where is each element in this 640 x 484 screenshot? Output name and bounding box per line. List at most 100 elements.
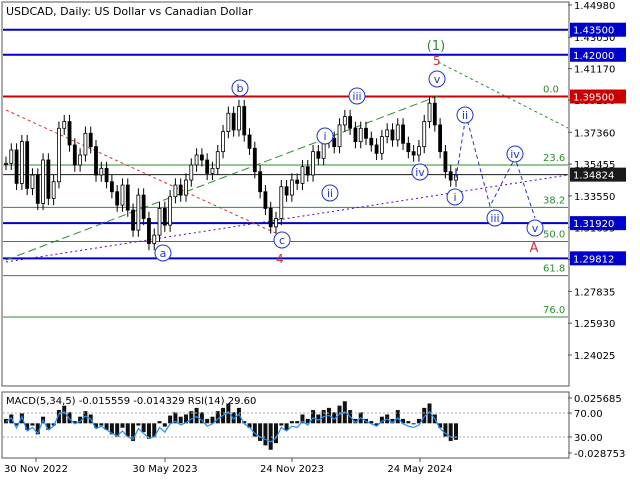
- price-tick-label: 1.25930: [574, 319, 615, 330]
- candle-body: [162, 208, 167, 226]
- macd-histogram-bar: [289, 421, 294, 424]
- candle-body: [189, 164, 194, 181]
- x-tick-label: 30 Nov 2022: [4, 464, 68, 475]
- candle-body: [221, 131, 225, 153]
- candle-body: [289, 179, 294, 196]
- candle-body: [184, 179, 188, 196]
- candle-body: [305, 166, 310, 176]
- candle-body: [67, 121, 72, 146]
- candle-body: [411, 151, 416, 156]
- candle-body: [353, 127, 358, 143]
- macd-histogram-bar: [311, 410, 316, 424]
- candle-body: [72, 144, 77, 166]
- candle-body: [51, 181, 56, 199]
- candle-body: [358, 127, 363, 143]
- candle-body: [242, 106, 247, 136]
- candle-body: [274, 218, 278, 228]
- price-tick-label: 1.33550: [574, 192, 615, 203]
- fibo-label: 76.0: [543, 305, 565, 316]
- candle-body: [448, 171, 453, 181]
- fibo-label: 61.8: [543, 264, 565, 275]
- candle-body: [115, 191, 120, 206]
- candle-body: [364, 127, 368, 139]
- price-tick-label: 1.27835: [574, 287, 615, 298]
- level-badge-label: 1.43500: [573, 26, 614, 37]
- candle-body: [104, 167, 109, 183]
- macd-histogram-bar: [406, 421, 411, 424]
- candle-body: [401, 124, 405, 144]
- candle-body: [46, 159, 51, 199]
- candle-body: [136, 194, 141, 231]
- wave-label-1-major: (1): [427, 39, 445, 54]
- candle-body: [41, 159, 45, 204]
- wave-label-ii-new: ii: [462, 109, 468, 122]
- candle-body: [215, 151, 220, 169]
- macd-histogram-bar: [279, 423, 284, 426]
- candle-body: [99, 167, 104, 176]
- level-badge-label: 1.39500: [573, 93, 614, 104]
- price-tick-label: 1.44980: [574, 1, 615, 12]
- candle-body: [83, 132, 88, 156]
- wave-label-4: 4: [276, 252, 284, 266]
- candle-body: [4, 162, 8, 165]
- candle-body: [427, 102, 432, 122]
- candle-body: [157, 208, 162, 236]
- candle-body: [147, 218, 151, 244]
- level-badge-label: 1.34824: [573, 171, 614, 182]
- macd-tick-label: 0.025685: [574, 394, 622, 405]
- candle-body: [332, 137, 337, 148]
- wave-label-a: a: [160, 247, 167, 260]
- candle-body: [284, 186, 289, 196]
- candle-body: [199, 154, 204, 161]
- macd-histogram-bar: [274, 423, 278, 444]
- candle-body: [432, 102, 437, 126]
- fibo-label: 23.6: [543, 153, 565, 164]
- candle-body: [379, 136, 384, 154]
- macd-histogram-bar: [258, 423, 263, 441]
- candle-body: [14, 149, 19, 184]
- candle-body: [369, 137, 374, 146]
- candle-body: [342, 116, 347, 126]
- candle-body: [263, 191, 268, 209]
- price-tick-label: 1.24025: [574, 351, 615, 362]
- wave-label-i-minor: i: [323, 130, 326, 143]
- candle-body: [178, 184, 183, 196]
- candle-body: [295, 179, 300, 184]
- candle-body: [168, 196, 173, 226]
- candle-body: [125, 184, 130, 211]
- candle-body: [226, 112, 231, 133]
- candle-body: [88, 132, 93, 148]
- candle-body: [210, 167, 215, 174]
- candle-body: [141, 194, 146, 219]
- candle-body: [422, 121, 427, 148]
- fibo-label: 38.2: [543, 195, 565, 206]
- candle-body: [57, 127, 61, 183]
- candle-body: [443, 151, 448, 173]
- candle-body: [94, 146, 98, 176]
- fibo-label: 0.0: [543, 85, 559, 96]
- level-badge-label: 1.42000: [573, 51, 614, 62]
- x-tick-label: 24 Nov 2023: [260, 464, 324, 475]
- candle-body: [19, 141, 24, 184]
- chart-root: USDCAD, Daily: US Dollar vs Canadian Dol…: [0, 0, 640, 480]
- wave-label-v-minor: v: [434, 73, 441, 86]
- macd-histogram-bar: [157, 421, 162, 424]
- candle-body: [25, 141, 30, 189]
- candle-body: [385, 129, 390, 138]
- macd-histogram-bar: [448, 423, 453, 441]
- wave-label-ii-minor: ii: [327, 187, 333, 200]
- macd-histogram-bar: [30, 423, 35, 426]
- candle-body: [30, 174, 35, 189]
- price-chart: USDCAD, Daily: US Dollar vs Canadian Dol…: [0, 0, 640, 480]
- candle-body: [311, 151, 315, 176]
- candle-body: [173, 184, 178, 198]
- macd-histogram-bar: [136, 423, 141, 426]
- wave-label-v-new: v: [532, 222, 539, 235]
- macd-histogram-bar: [205, 418, 210, 424]
- candle-body: [152, 234, 157, 244]
- wave-label-c: c: [279, 234, 285, 247]
- macd-histogram-bar: [295, 421, 300, 424]
- candle-body: [258, 171, 263, 193]
- candle-body: [231, 112, 236, 131]
- candle-body: [194, 154, 199, 166]
